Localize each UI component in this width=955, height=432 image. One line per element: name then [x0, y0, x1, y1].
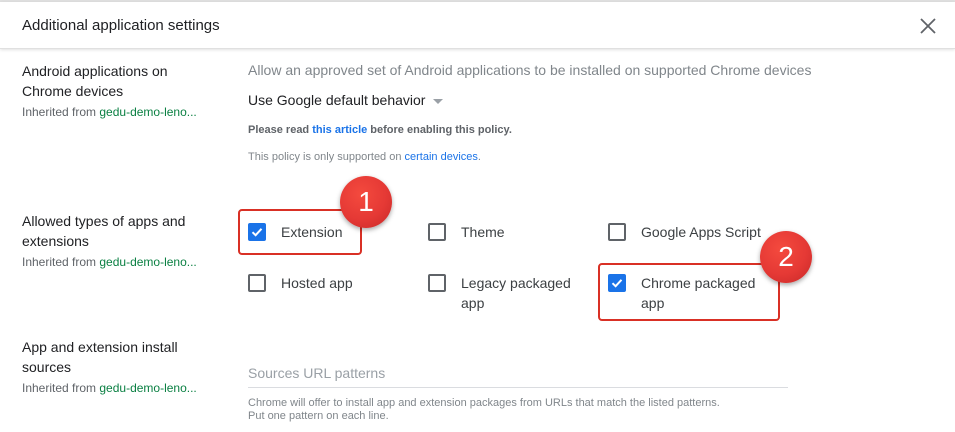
inherited-prefix: Inherited from: [22, 255, 100, 269]
dialog-header: Additional application settings: [0, 2, 955, 49]
allowed-types-inherited: Inherited from gedu-demo-leno...: [22, 254, 214, 270]
checkbox-label: Google Apps Script: [641, 224, 761, 240]
note-text: before enabling this policy.: [367, 124, 512, 136]
sources-help-text: Chrome will offer to install app and ext…: [248, 397, 720, 422]
allowed-types-section-title: Allowed types of apps and extensions: [22, 213, 186, 249]
android-devices-note: This policy is only supported on certain…: [248, 151, 481, 163]
annotation-marker-1: 1: [340, 176, 392, 228]
android-section-title: Android applications on Chrome devices: [22, 63, 168, 99]
inherited-org-link[interactable]: gedu-demo-leno...: [99, 105, 196, 119]
this-article-link[interactable]: this article: [312, 124, 367, 136]
android-inherited: Inherited from gedu-demo-leno...: [22, 104, 214, 120]
inherited-org-link[interactable]: gedu-demo-leno...: [99, 381, 196, 395]
checkbox-label: Legacy packaged app: [461, 275, 571, 311]
checkbox-label: Theme: [461, 224, 505, 240]
checkbox-unchecked-icon: [428, 223, 446, 241]
checkbox-google-apps-script[interactable]: Google Apps Script: [608, 222, 761, 242]
checkbox-unchecked-icon: [608, 223, 626, 241]
checkbox-unchecked-icon: [428, 274, 446, 292]
annotation-marker-2: 2: [760, 231, 812, 283]
dialog-title: Additional application settings: [22, 17, 220, 34]
install-sources-inherited: Inherited from gedu-demo-leno...: [22, 380, 214, 396]
inherited-org-link[interactable]: gedu-demo-leno...: [99, 255, 196, 269]
sources-url-patterns-input[interactable]: Sources URL patterns: [248, 365, 788, 388]
checkbox-unchecked-icon: [248, 274, 266, 292]
android-behavior-dropdown[interactable]: Use Google default behavior: [248, 90, 444, 110]
android-description: Allow an approved set of Android applica…: [248, 62, 812, 78]
close-icon: [920, 18, 936, 34]
highlight-box-chrome-packaged-app: [598, 263, 780, 321]
close-button[interactable]: [913, 11, 943, 41]
inherited-prefix: Inherited from: [22, 105, 100, 119]
checkbox-theme[interactable]: Theme: [428, 222, 505, 242]
dropdown-caret-icon: [433, 98, 444, 104]
inherited-prefix: Inherited from: [22, 381, 100, 395]
note-text: This policy is only supported on: [248, 151, 405, 163]
install-sources-section-title: App and extension install sources: [22, 339, 178, 375]
checkbox-label: Hosted app: [281, 275, 353, 291]
certain-devices-link[interactable]: certain devices: [405, 151, 478, 163]
note-text: .: [477, 151, 481, 163]
android-article-note: Please read this article before enabling…: [248, 124, 512, 136]
dialog: Additional application settings Android …: [0, 0, 955, 432]
dropdown-value: Use Google default behavior: [248, 92, 426, 108]
checkbox-legacy-packaged-app[interactable]: Legacy packaged app: [428, 273, 591, 313]
checkbox-hosted-app[interactable]: Hosted app: [248, 273, 353, 293]
note-text: Please read: [248, 124, 313, 136]
